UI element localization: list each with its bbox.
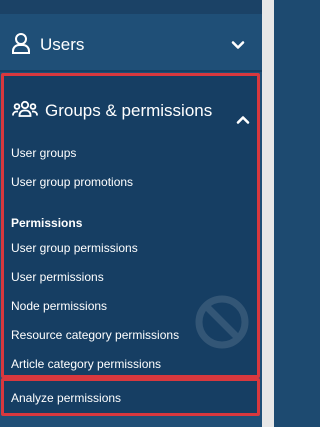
sidebar-section-users[interactable]: Users — [0, 22, 262, 68]
link-node-permissions[interactable]: Node permissions — [11, 299, 107, 313]
link-user-groups[interactable]: User groups — [11, 146, 76, 160]
chevron-up-icon[interactable] — [235, 112, 251, 128]
users-group-icon — [12, 100, 38, 123]
permissions-heading: Permissions — [11, 216, 83, 230]
link-analyze-permissions[interactable]: Analyze permissions — [11, 391, 121, 405]
groups-permissions-label: Groups & permissions — [45, 101, 213, 120]
link-resource-category-permissions[interactable]: Resource category permissions — [11, 328, 179, 342]
sidebar-section-users-label: Users — [40, 35, 85, 54]
link-article-category-permissions[interactable]: Article category permissions — [11, 357, 161, 371]
scrollbar-track[interactable] — [262, 0, 274, 427]
chevron-down-icon[interactable] — [230, 37, 246, 53]
link-user-group-permissions[interactable]: User group permissions — [11, 241, 138, 255]
section-divider — [0, 70, 262, 72]
admin-sidebar: Users Groups & permissions User groups U… — [0, 0, 262, 427]
sidebar-top-edge — [0, 0, 262, 14]
link-user-group-promotions[interactable]: User group promotions — [11, 175, 133, 189]
sidebar-bottom-edge — [0, 418, 262, 427]
sidebar-section-groups-permissions: Groups & permissions User groups User gr… — [1, 73, 260, 378]
user-icon — [11, 32, 31, 59]
prohibited-watermark-icon — [195, 295, 249, 349]
groups-permissions-header[interactable]: Groups & permissions — [12, 96, 212, 126]
analyze-permissions-item[interactable]: Analyze permissions — [1, 378, 260, 416]
link-user-permissions[interactable]: User permissions — [11, 270, 104, 284]
